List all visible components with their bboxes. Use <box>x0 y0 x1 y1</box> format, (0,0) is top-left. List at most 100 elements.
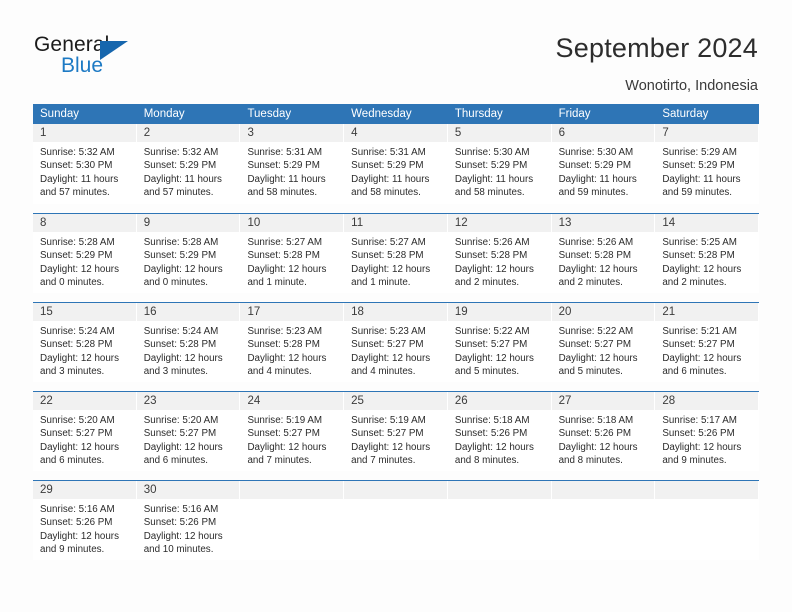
calendar-week-row: 8 Sunrise: 5:28 AM Sunset: 5:29 PM Daylight… <box>33 213 760 293</box>
day-sun-info: Sunrise: 5:20 AM Sunset: 5:27 PM Daylight:… <box>137 410 240 468</box>
day-of-week-header: Tuesday <box>247 108 292 120</box>
day-sun-info: Sunrise: 5:25 AM Sunset: 5:28 PM Daylight:… <box>655 232 758 290</box>
day-number: 15 <box>33 303 136 321</box>
calendar-day-cell[interactable]: 8 Sunrise: 5:28 AM Sunset: 5:29 PM Daylight… <box>33 214 137 293</box>
calendar-day-cell[interactable]: 29 Sunrise: 5:16 AM Sunset: 5:26 PM Dayligh… <box>33 481 137 560</box>
day-sun-info: Sunrise: 5:18 AM Sunset: 5:26 PM Daylight:… <box>552 410 655 468</box>
calendar-day-cell[interactable]: 12 Sunrise: 5:26 AM Sunset: 5:28 PM Dayligh… <box>447 214 552 293</box>
day-sun-info: Sunrise: 5:20 AM Sunset: 5:27 PM Daylight:… <box>33 410 136 468</box>
daylight-text-line1: Daylight: 12 hours <box>40 530 119 542</box>
daylight-text-line1: Daylight: 12 hours <box>247 263 327 275</box>
daylight-text-line2: and 1 minute. <box>247 277 307 289</box>
day-number: 1 <box>33 124 136 142</box>
calendar-day-cell[interactable]: 4 Sunrise: 5:31 AM Sunset: 5:29 PM Daylight… <box>344 124 448 204</box>
calendar-week-row: 29 Sunrise: 5:16 AM Sunset: 5:26 PM Dayligh… <box>33 480 760 560</box>
calendar-day-cell[interactable]: 24 Sunrise: 5:19 AM Sunset: 5:27 PM Dayligh… <box>240 392 345 471</box>
daylight-text-line2: and 3 minutes. <box>40 366 105 378</box>
calendar-week-row: 15 Sunrise: 5:24 AM Sunset: 5:28 PM Dayligh… <box>33 302 760 382</box>
calendar-day-cell[interactable]: 18 Sunrise: 5:23 AM Sunset: 5:27 PM Dayligh… <box>344 303 448 382</box>
calendar-day-cell[interactable]: 11 Sunrise: 5:27 AM Sunset: 5:28 PM Dayligh… <box>344 214 448 293</box>
sunset-text: Sunset: 5:27 PM <box>143 428 217 440</box>
daylight-text-line1: Daylight: 12 hours <box>143 352 223 364</box>
calendar-day-cell[interactable]: 16 Sunrise: 5:24 AM Sunset: 5:28 PM Dayligh… <box>136 303 241 382</box>
daylight-text-line2: and 6 minutes. <box>662 366 727 378</box>
day-number: 2 <box>136 124 240 142</box>
general-blue-logo[interactable]: General Blue <box>34 33 204 83</box>
day-sun-info: Sunrise: 5:19 AM Sunset: 5:27 PM Daylight:… <box>344 410 447 468</box>
sunrise-text: Sunrise: 5:32 AM <box>143 147 219 158</box>
daylight-text-line1: Daylight: 12 hours <box>247 352 327 364</box>
day-number <box>447 481 551 499</box>
sunrise-text: Sunrise: 5:16 AM <box>143 504 219 515</box>
sunrise-text: Sunrise: 5:31 AM <box>247 147 323 158</box>
day-number: 13 <box>551 214 655 232</box>
day-sun-info: Sunrise: 5:28 AM Sunset: 5:29 PM Daylight:… <box>137 232 240 290</box>
calendar-day-cell[interactable]: 20 Sunrise: 5:22 AM Sunset: 5:27 PM Dayligh… <box>551 303 656 382</box>
day-number: 12 <box>447 214 551 232</box>
calendar-day-cell[interactable]: 5 Sunrise: 5:30 AM Sunset: 5:29 PM Daylight… <box>447 124 552 204</box>
day-sun-info: Sunrise: 5:22 AM Sunset: 5:27 PM Daylight:… <box>448 321 551 379</box>
sunrise-text: Sunrise: 5:26 AM <box>454 237 530 248</box>
calendar-day-cell[interactable]: 23 Sunrise: 5:20 AM Sunset: 5:27 PM Dayligh… <box>136 392 241 471</box>
daylight-text-line2: and 58 minutes. <box>247 187 318 199</box>
calendar-day-cell[interactable]: 9 Sunrise: 5:28 AM Sunset: 5:29 PM Daylight… <box>136 214 241 293</box>
sunset-text: Sunset: 5:26 PM <box>454 428 528 440</box>
day-of-week-header: Saturday <box>662 108 709 120</box>
day-number: 19 <box>447 303 551 321</box>
calendar-day-cell[interactable]: 2 Sunrise: 5:32 AM Sunset: 5:29 PM Daylight… <box>136 124 241 204</box>
calendar-day-cell[interactable]: 3 Sunrise: 5:31 AM Sunset: 5:29 PM Daylight… <box>240 124 345 204</box>
sunset-text: Sunset: 5:27 PM <box>351 339 424 351</box>
calendar-day-cell[interactable]: 7 Sunrise: 5:29 AM Sunset: 5:29 PM Daylight… <box>655 124 760 204</box>
day-sun-info: Sunrise: 5:28 AM Sunset: 5:29 PM Daylight:… <box>33 232 136 290</box>
page-location: Wonotirto, Indonesia <box>625 78 758 94</box>
daylight-text-line2: and 8 minutes. <box>454 455 520 467</box>
day-sun-info: Sunrise: 5:27 AM Sunset: 5:28 PM Daylight:… <box>344 232 447 290</box>
sunset-text: Sunset: 5:29 PM <box>558 160 632 172</box>
calendar-day-cell[interactable]: 10 Sunrise: 5:27 AM Sunset: 5:28 PM Dayligh… <box>240 214 345 293</box>
day-number: 25 <box>344 392 447 410</box>
daylight-text-line1: Daylight: 12 hours <box>558 352 638 364</box>
daylight-text-line1: Daylight: 12 hours <box>351 441 431 453</box>
calendar-day-cell[interactable]: 25 Sunrise: 5:19 AM Sunset: 5:27 PM Dayligh… <box>344 392 448 471</box>
day-sun-info: Sunrise: 5:24 AM Sunset: 5:28 PM Daylight:… <box>33 321 136 379</box>
daylight-text-line1: Daylight: 12 hours <box>558 441 638 453</box>
sunset-text: Sunset: 5:28 PM <box>247 250 320 262</box>
calendar-day-cell[interactable]: 28 Sunrise: 5:17 AM Sunset: 5:26 PM Dayligh… <box>655 392 760 471</box>
day-number: 30 <box>136 481 240 499</box>
sunrise-text: Sunrise: 5:19 AM <box>247 415 323 426</box>
daylight-text-line2: and 10 minutes. <box>143 544 214 556</box>
calendar-day-cell[interactable]: 22 Sunrise: 5:20 AM Sunset: 5:27 PM Dayligh… <box>33 392 137 471</box>
day-sun-info: Sunrise: 5:29 AM Sunset: 5:29 PM Daylight:… <box>655 142 758 200</box>
calendar-day-cell[interactable]: 1 Sunrise: 5:32 AM Sunset: 5:30 PM Daylight… <box>33 124 137 204</box>
calendar-day-cell[interactable]: 26 Sunrise: 5:18 AM Sunset: 5:26 PM Dayligh… <box>447 392 552 471</box>
day-number: 8 <box>33 214 136 232</box>
page-header: General Blue September 2024 Wonotirto, I… <box>0 0 792 100</box>
sunset-text: Sunset: 5:28 PM <box>351 250 424 262</box>
sunset-text: Sunset: 5:29 PM <box>40 250 113 262</box>
day-number: 20 <box>551 303 655 321</box>
calendar-day-cell[interactable]: 19 Sunrise: 5:22 AM Sunset: 5:27 PM Dayligh… <box>447 303 552 382</box>
calendar-day-cell[interactable]: 6 Sunrise: 5:30 AM Sunset: 5:29 PM Daylight… <box>551 124 656 204</box>
calendar-day-cell[interactable]: 30 Sunrise: 5:16 AM Sunset: 5:26 PM Dayligh… <box>136 481 241 560</box>
calendar-day-cell[interactable]: 17 Sunrise: 5:23 AM Sunset: 5:28 PM Dayligh… <box>240 303 345 382</box>
daylight-text-line1: Daylight: 11 hours <box>40 173 119 185</box>
daylight-text-line1: Daylight: 12 hours <box>143 530 223 542</box>
daylight-text-line2: and 9 minutes. <box>662 455 727 467</box>
daylight-text-line1: Daylight: 12 hours <box>143 263 223 275</box>
day-number <box>240 481 344 499</box>
day-sun-info: Sunrise: 5:31 AM Sunset: 5:29 PM Daylight:… <box>240 142 343 200</box>
day-sun-info: Sunrise: 5:16 AM Sunset: 5:26 PM Daylight:… <box>33 499 136 557</box>
calendar-day-cell[interactable]: 27 Sunrise: 5:18 AM Sunset: 5:26 PM Dayligh… <box>551 392 656 471</box>
daylight-text-line1: Daylight: 12 hours <box>40 441 119 453</box>
daylight-text-line1: Daylight: 12 hours <box>662 441 742 453</box>
sunset-text: Sunset: 5:28 PM <box>40 339 113 351</box>
daylight-text-line1: Daylight: 12 hours <box>247 441 327 453</box>
calendar-day-cell[interactable]: 13 Sunrise: 5:26 AM Sunset: 5:28 PM Dayligh… <box>551 214 656 293</box>
calendar-day-cell[interactable]: 21 Sunrise: 5:21 AM Sunset: 5:27 PM Dayligh… <box>655 303 760 382</box>
sunrise-text: Sunrise: 5:27 AM <box>351 237 426 248</box>
calendar-day-cell[interactable]: 14 Sunrise: 5:25 AM Sunset: 5:28 PM Dayligh… <box>655 214 760 293</box>
sunrise-text: Sunrise: 5:17 AM <box>662 415 737 426</box>
calendar-day-cell[interactable]: 15 Sunrise: 5:24 AM Sunset: 5:28 PM Dayligh… <box>33 303 137 382</box>
day-number <box>551 481 655 499</box>
day-number: 16 <box>136 303 240 321</box>
